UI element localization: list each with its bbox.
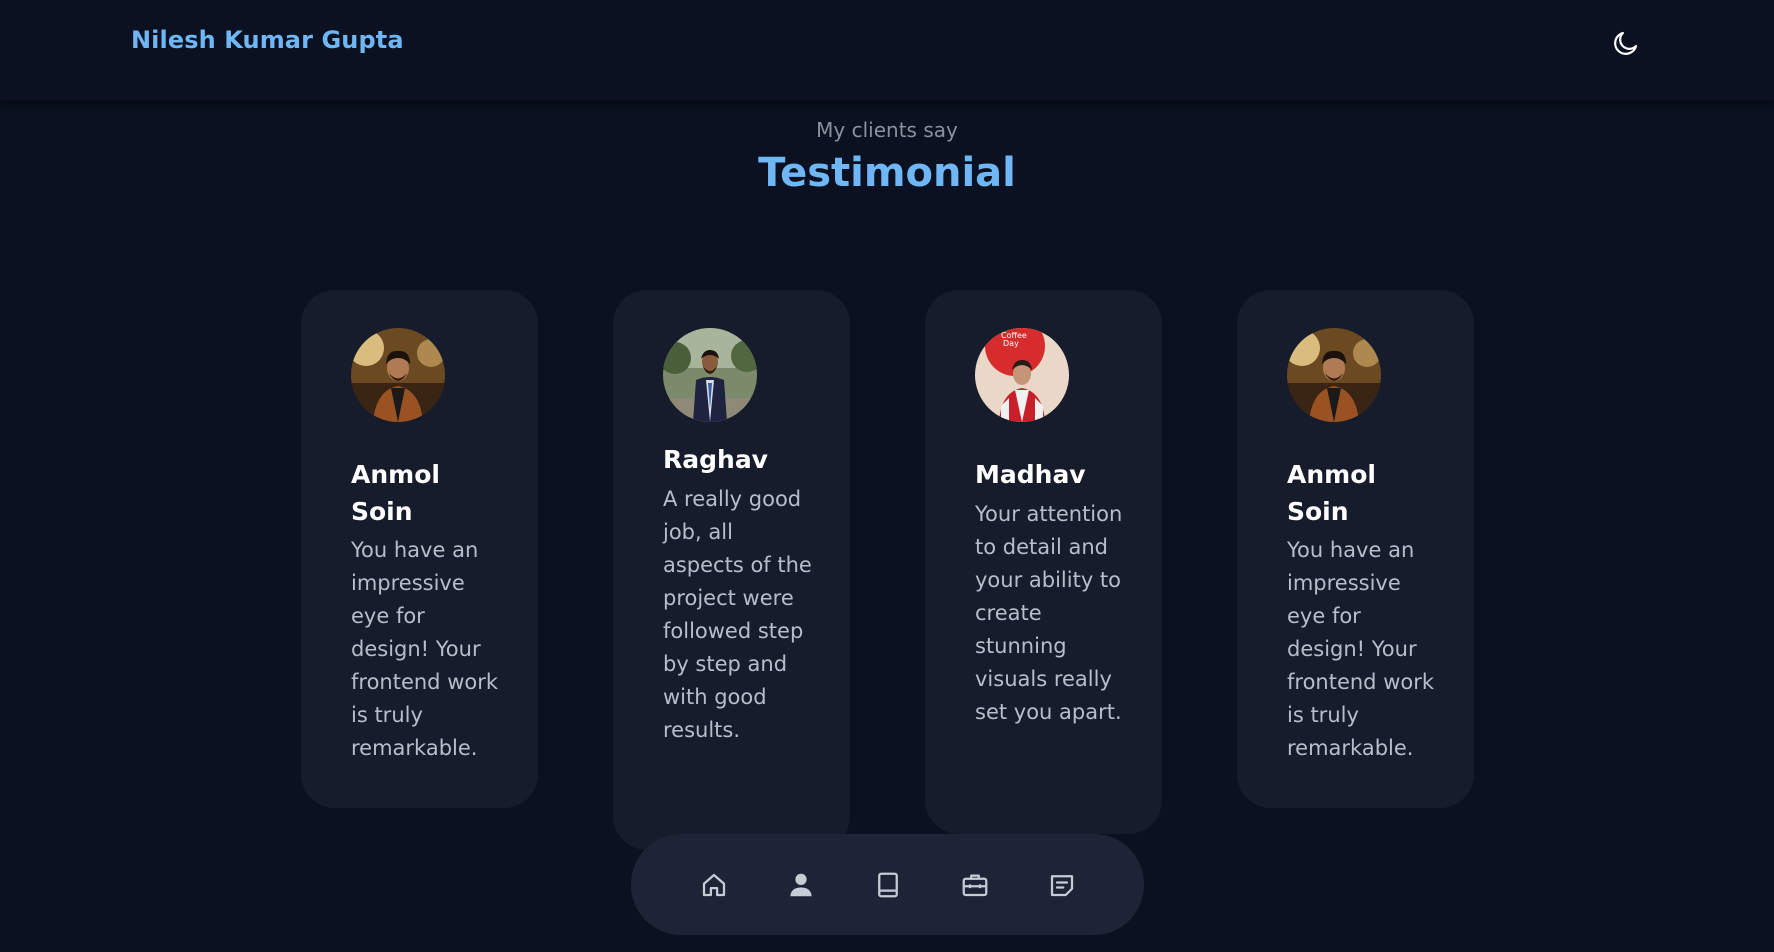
- testimonial-name: Raghav: [663, 445, 768, 474]
- brand-link[interactable]: Nilesh Kumar Gupta: [131, 26, 404, 54]
- moon-icon: [1614, 31, 1638, 55]
- testimonial-text: You have an impressive eye for design! Y…: [1287, 538, 1435, 760]
- testimonial-text: Your attention to detail and your abilit…: [975, 502, 1123, 724]
- avatar: [663, 328, 757, 422]
- nav-about[interactable]: [757, 855, 844, 915]
- briefcase-icon: [962, 874, 987, 896]
- nav-skills[interactable]: [844, 855, 931, 915]
- book-icon: [877, 872, 898, 897]
- nav-portfolio[interactable]: [931, 855, 1018, 915]
- testimonial-text: You have an impressive eye for design! Y…: [351, 538, 499, 760]
- testimonial-name: Anmol Soin: [1287, 460, 1376, 526]
- testimonial-name: Madhav: [975, 460, 1086, 489]
- avatar: [351, 328, 445, 422]
- nav-contact[interactable]: [1018, 855, 1105, 915]
- testimonial-card: Coffee Day Madhav Your attention to deta…: [925, 290, 1162, 834]
- bottom-nav: [631, 834, 1144, 935]
- user-icon: [789, 873, 812, 896]
- header: Nilesh Kumar Gupta: [0, 0, 1774, 100]
- message-icon: [1050, 874, 1073, 896]
- nav-home[interactable]: [670, 855, 757, 915]
- testimonial-text: A really good job, all aspects of the pr…: [663, 487, 812, 742]
- section-title: Testimonial: [758, 150, 1016, 196]
- testimonial-card: Anmol Soin You have an impressive eye fo…: [1237, 290, 1474, 808]
- section-subtitle: My clients say: [816, 118, 958, 142]
- testimonial-card: Raghav A really good job, all aspects of…: [613, 290, 850, 850]
- avatar: [1287, 328, 1381, 422]
- testimonial-name: Anmol Soin: [351, 460, 440, 526]
- theme-toggle-button[interactable]: [1609, 26, 1643, 60]
- avatar: Coffee Day: [975, 328, 1069, 422]
- page: Nilesh Kumar Gupta My clients say Testim…: [0, 0, 1774, 952]
- svg-text:Day: Day: [1003, 339, 1019, 348]
- home-icon: [702, 873, 725, 896]
- testimonial-card: Anmol Soin You have an impressive eye fo…: [301, 290, 538, 808]
